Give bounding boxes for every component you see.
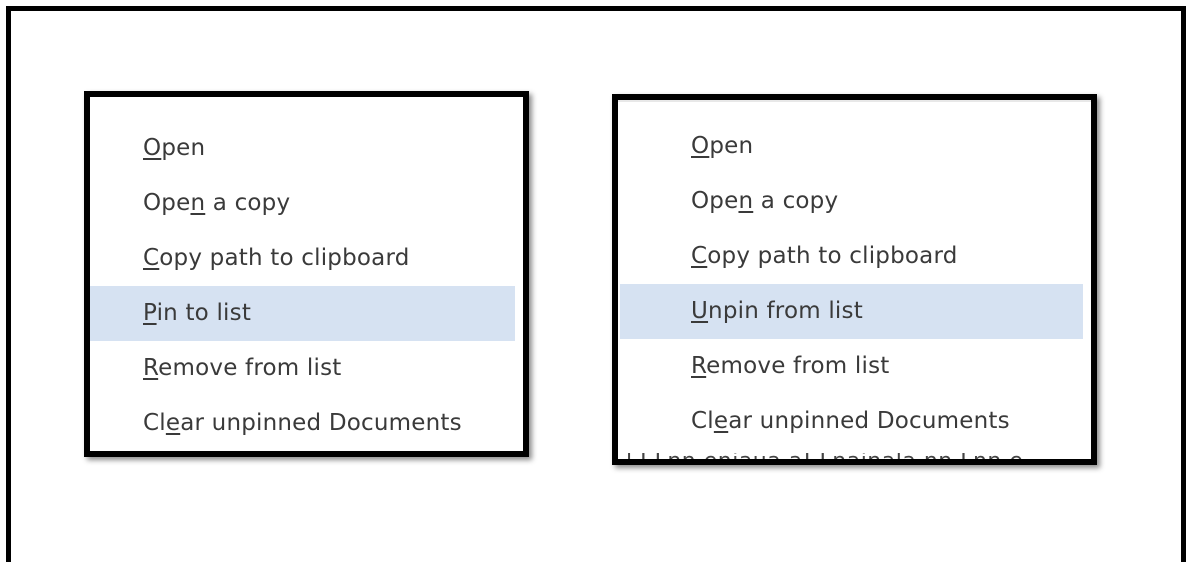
menu-item-label: Cl: [691, 408, 714, 434]
menu-item-clear-unpinned[interactable]: Clear unpinned Documents: [90, 396, 515, 451]
menu-item-pin-to-list[interactable]: Pin to list: [90, 286, 515, 341]
menu-item-label: opy path to clipboard: [707, 243, 958, 269]
accelerator-key: O: [143, 135, 162, 161]
menu-item-remove-from-list[interactable]: Remove from list: [618, 339, 1083, 394]
menu-item-remove-from-list[interactable]: Remove from list: [90, 341, 515, 396]
accelerator-key: O: [691, 133, 710, 159]
menu-item-open-copy[interactable]: Open a copy: [90, 176, 515, 231]
accelerator-key: C: [691, 243, 708, 269]
menu-item-label: emove from list: [706, 353, 890, 379]
accelerator-key: R: [143, 355, 159, 381]
accelerator-key: n: [738, 188, 754, 214]
menu-item-label: pen: [161, 135, 206, 161]
accelerator-key: R: [691, 353, 707, 379]
accelerator-key: n: [190, 190, 206, 216]
context-menu-pin: Open Open a copy Copy path to clipboard …: [84, 91, 529, 457]
cut-off-background-text: l Ǐ Lnn eniaua a! Lnainala nn.Lnn e: [626, 453, 1083, 459]
menu-item-label: ar unpinned Documents: [180, 410, 462, 436]
menu-item-label: a copy: [205, 190, 291, 216]
menu-item-label: pen: [709, 133, 754, 159]
accelerator-key: C: [143, 245, 160, 271]
menu-item-copy-path[interactable]: Copy path to clipboard: [618, 229, 1083, 284]
accelerator-key: U: [691, 298, 709, 324]
context-menu-unpin: Open Open a copy Copy path to clipboard …: [612, 94, 1097, 465]
menu-item-copy-path[interactable]: Copy path to clipboard: [90, 231, 515, 286]
accelerator-key: e: [165, 410, 181, 436]
menu-item-open[interactable]: Open: [618, 119, 1083, 174]
menu-item-open[interactable]: Open: [90, 121, 515, 176]
menu-item-label: in to list: [156, 300, 252, 326]
menu-item-label: npin from list: [708, 298, 863, 324]
accelerator-key: P: [143, 300, 157, 326]
menu-item-label: Ope: [143, 190, 191, 216]
menu-item-clear-unpinned[interactable]: Clear unpinned Documents: [618, 394, 1083, 449]
accelerator-key: e: [713, 408, 729, 434]
menu-item-unpin-from-list[interactable]: Unpin from list: [620, 284, 1083, 339]
menu-item-label: Cl: [143, 410, 166, 436]
menu-item-label: ar unpinned Documents: [728, 408, 1010, 434]
menu-item-label: a copy: [753, 188, 839, 214]
cut-off-text: l Ǐ Lnn eniaua a! Lnainala nn.Lnn e: [626, 453, 1083, 459]
menu-item-label: Ope: [691, 188, 739, 214]
menu-item-open-copy[interactable]: Open a copy: [618, 174, 1083, 229]
menu-item-label: emove from list: [158, 355, 342, 381]
menu-item-label: opy path to clipboard: [159, 245, 410, 271]
